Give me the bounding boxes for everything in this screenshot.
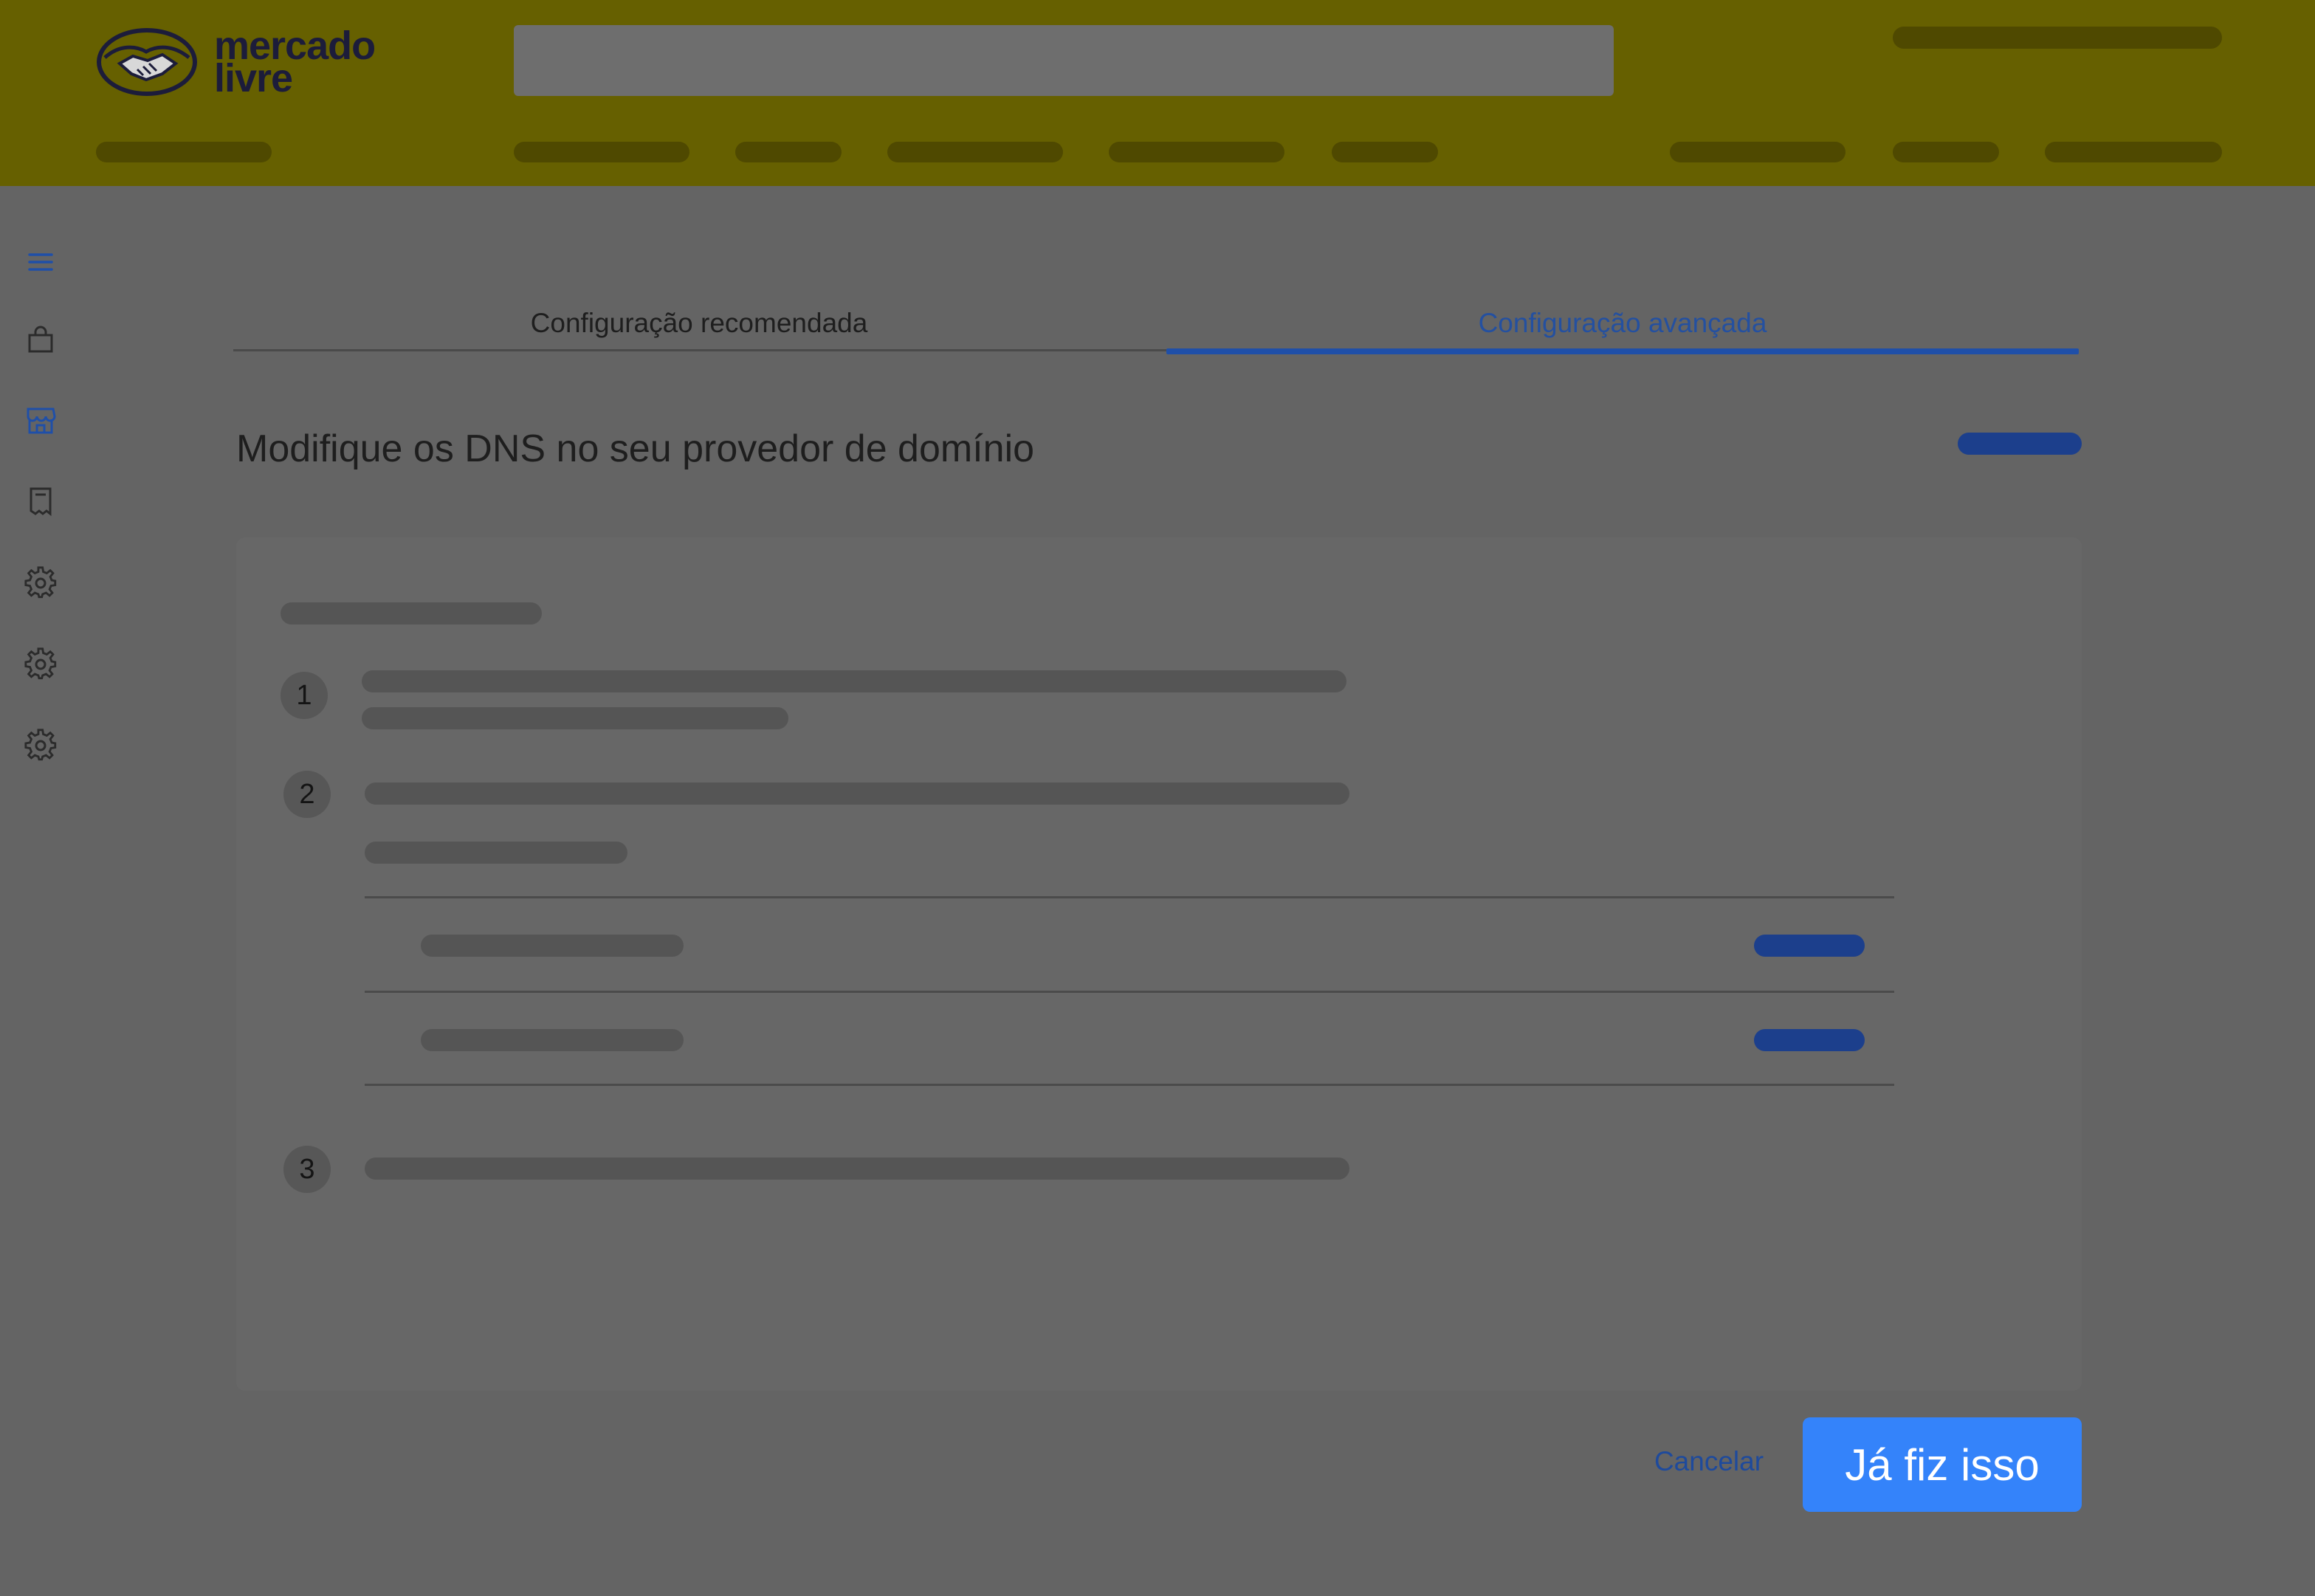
nav-item-placeholder-1[interactable] bbox=[514, 142, 689, 162]
step-number-badge: 1 bbox=[281, 672, 328, 719]
store-icon[interactable] bbox=[24, 403, 58, 437]
gear-icon[interactable] bbox=[24, 728, 58, 762]
nav-item-placeholder-4[interactable] bbox=[1109, 142, 1284, 162]
menu-icon[interactable] bbox=[24, 245, 58, 279]
shopping-bag-icon[interactable] bbox=[24, 322, 58, 356]
confirm-done-button[interactable]: Já fiz isso bbox=[1803, 1417, 2082, 1512]
dns-record-name-placeholder bbox=[421, 1029, 684, 1051]
tab-recommended-config[interactable]: Configuração recomendada bbox=[233, 292, 1165, 354]
record-table-divider bbox=[365, 1084, 1894, 1086]
receipt-icon[interactable] bbox=[24, 484, 58, 518]
step-number-badge: 2 bbox=[283, 771, 331, 818]
user-menu-placeholder[interactable] bbox=[1893, 27, 2222, 49]
record-table-divider bbox=[365, 896, 1894, 898]
step-1-text-placeholder bbox=[362, 707, 788, 729]
account-link-placeholder-1[interactable] bbox=[1670, 142, 1846, 162]
step-1-text-placeholder bbox=[362, 670, 1346, 692]
nav-item-placeholder-3[interactable] bbox=[887, 142, 1063, 162]
mercado-livre-logo[interactable]: mercado livre bbox=[94, 24, 390, 100]
logo-wordmark: mercado livre bbox=[214, 26, 376, 98]
dns-record-name-placeholder bbox=[421, 935, 684, 957]
step-number-badge: 3 bbox=[283, 1146, 331, 1193]
gear-icon[interactable] bbox=[24, 565, 58, 599]
sidebar bbox=[0, 186, 81, 1596]
gear-icon[interactable] bbox=[24, 647, 58, 681]
dns-instructions-card: 1 2 3 bbox=[236, 537, 2082, 1391]
tab-advanced-config[interactable]: Configuração avançada bbox=[1166, 292, 2079, 354]
site-header: mercado livre bbox=[0, 0, 2315, 186]
step-3-text-placeholder bbox=[365, 1158, 1349, 1180]
location-placeholder[interactable] bbox=[96, 142, 272, 162]
copy-record-link-placeholder[interactable] bbox=[1754, 935, 1865, 957]
record-table-divider bbox=[365, 991, 1894, 993]
config-tabs: Configuração recomendada Configuração av… bbox=[233, 292, 2079, 354]
handshake-logo-icon bbox=[97, 28, 197, 96]
card-heading-placeholder bbox=[281, 602, 542, 625]
nav-item-placeholder-2[interactable] bbox=[735, 142, 842, 162]
search-input[interactable] bbox=[514, 25, 1614, 96]
step-2-subtext-placeholder bbox=[365, 842, 627, 864]
page-title: Modifique os DNS no seu provedor de domí… bbox=[236, 427, 1035, 470]
help-link-placeholder[interactable] bbox=[1958, 433, 2082, 455]
account-link-placeholder-2[interactable] bbox=[1893, 142, 1999, 162]
step-2-text-placeholder bbox=[365, 782, 1349, 805]
account-link-placeholder-3[interactable] bbox=[2045, 142, 2222, 162]
copy-record-link-placeholder[interactable] bbox=[1754, 1029, 1865, 1051]
cancel-button[interactable]: Cancelar bbox=[1646, 1440, 1772, 1484]
nav-item-placeholder-5[interactable] bbox=[1332, 142, 1438, 162]
